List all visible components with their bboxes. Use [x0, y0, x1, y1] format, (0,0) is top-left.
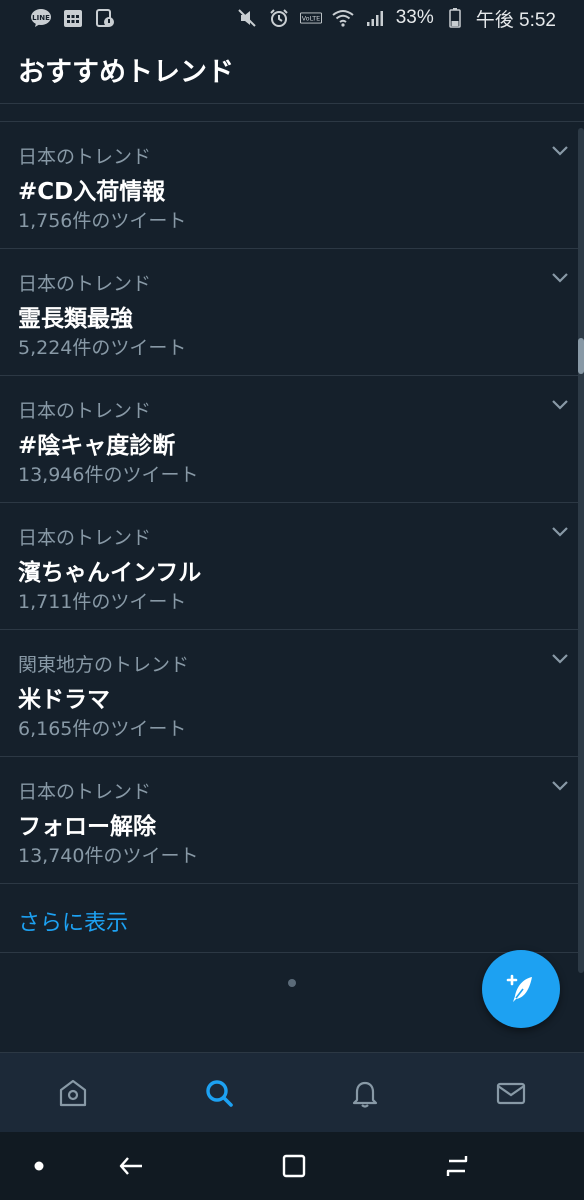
- trend-tweet-count: 6,165件のツイート: [18, 718, 187, 740]
- home-icon: [59, 1079, 87, 1106]
- tab-messages[interactable]: [471, 1053, 551, 1133]
- trend-list: 日本のトレンド #CD入荷情報 1,756件のツイート 日本のトレンド 霊長類最…: [0, 122, 584, 884]
- page-title: おすすめトレンド: [18, 57, 234, 88]
- tab-home[interactable]: [33, 1053, 113, 1133]
- trend-tweet-count: 13,740件のツイート: [18, 845, 199, 867]
- scrollbar-thumb[interactable]: [578, 338, 584, 374]
- chevron-down-icon[interactable]: [550, 144, 570, 158]
- trend-name: #CD入荷情報: [18, 179, 166, 205]
- trend-name: 米ドラマ: [18, 687, 110, 713]
- screen: LINE VoLTE 33% 午後 5:52 おすすめトレンド 日本のトレンド …: [0, 0, 584, 1200]
- compose-tweet-icon: [506, 974, 532, 1002]
- search-icon: [206, 1079, 233, 1107]
- compose-tweet-button[interactable]: [482, 950, 560, 1028]
- chevron-down-icon[interactable]: [550, 271, 570, 285]
- trend-context: 日本のトレンド: [18, 527, 152, 549]
- battery-icon: [444, 7, 466, 29]
- nav-recents-button[interactable]: [277, 1149, 311, 1183]
- nav-dot-button[interactable]: [22, 1149, 56, 1183]
- system-nav-bar: [0, 1132, 584, 1200]
- trend-name: 濱ちゃんインフル: [18, 560, 202, 586]
- chevron-down-icon[interactable]: [550, 652, 570, 666]
- trend-name: 霊長類最強: [18, 306, 133, 332]
- wifi-icon: [332, 7, 354, 29]
- line-app-icon: LINE: [30, 7, 52, 29]
- trend-item[interactable]: 日本のトレンド 濱ちゃんインフル 1,711件のツイート: [0, 503, 584, 630]
- trend-tweet-count: 1,756件のツイート: [18, 210, 187, 232]
- trend-tweet-count: 5,224件のツイート: [18, 337, 187, 359]
- signal-icon: [364, 7, 386, 29]
- volte-icon: VoLTE: [299, 7, 322, 29]
- trend-context: 関東地方のトレンド: [18, 654, 190, 676]
- mute-icon: [236, 7, 258, 29]
- chevron-down-icon[interactable]: [550, 398, 570, 412]
- dot-icon: [34, 1161, 44, 1171]
- trend-item[interactable]: 関東地方のトレンド 米ドラマ 6,165件のツイート: [0, 630, 584, 757]
- page-indicator-dot: [288, 979, 296, 987]
- show-more-label: さらに表示: [18, 911, 129, 936]
- calendar-grid-icon: [62, 7, 84, 29]
- svg-text:VoLTE: VoLTE: [301, 15, 319, 23]
- clock: 午後 5:52: [475, 9, 556, 31]
- trend-item[interactable]: 日本のトレンド #陰キャ度診断 13,946件のツイート: [0, 376, 584, 503]
- trend-name: フォロー解除: [18, 814, 156, 840]
- trend-context: 日本のトレンド: [18, 400, 152, 422]
- alarm-icon: [268, 7, 290, 29]
- trend-context: 日本のトレンド: [18, 781, 152, 803]
- tab-notifications[interactable]: [325, 1053, 405, 1133]
- svg-text:LINE: LINE: [32, 14, 50, 22]
- header: おすすめトレンド: [0, 36, 584, 104]
- trend-context: 日本のトレンド: [18, 146, 152, 168]
- back-icon: [119, 1157, 142, 1175]
- nav-switch-apps-button[interactable]: [440, 1149, 474, 1183]
- sim-lock-icon: [94, 7, 116, 29]
- trend-context: 日本のトレンド: [18, 273, 152, 295]
- status-right: VoLTE 33% 午後 5:52: [236, 5, 556, 32]
- status-left: LINE: [30, 7, 116, 29]
- tab-search[interactable]: [179, 1053, 259, 1133]
- bell-icon: [352, 1081, 378, 1108]
- trend-item[interactable]: 日本のトレンド #CD入荷情報 1,756件のツイート: [0, 122, 584, 249]
- trend-item[interactable]: 日本のトレンド 霊長類最強 5,224件のツイート: [0, 249, 584, 376]
- chevron-down-icon[interactable]: [550, 525, 570, 539]
- chevron-down-icon[interactable]: [550, 779, 570, 793]
- switch-apps-icon: [446, 1156, 468, 1176]
- nav-back-button[interactable]: [114, 1149, 148, 1183]
- trend-tweet-count: 13,946件のツイート: [18, 464, 199, 486]
- mail-icon: [496, 1082, 526, 1104]
- recents-icon: [282, 1154, 306, 1178]
- trend-tweet-count: 1,711件のツイート: [18, 591, 187, 613]
- status-bar: LINE VoLTE 33% 午後 5:52: [0, 0, 584, 36]
- battery-percent: 33%: [395, 7, 434, 28]
- trend-item[interactable]: 日本のトレンド フォロー解除 13,740件のツイート: [0, 757, 584, 884]
- bottom-tab-bar: [0, 1052, 584, 1132]
- scrollbar[interactable]: [578, 128, 584, 973]
- show-more-link[interactable]: さらに表示: [0, 885, 584, 953]
- trend-name: #陰キャ度診断: [18, 433, 176, 459]
